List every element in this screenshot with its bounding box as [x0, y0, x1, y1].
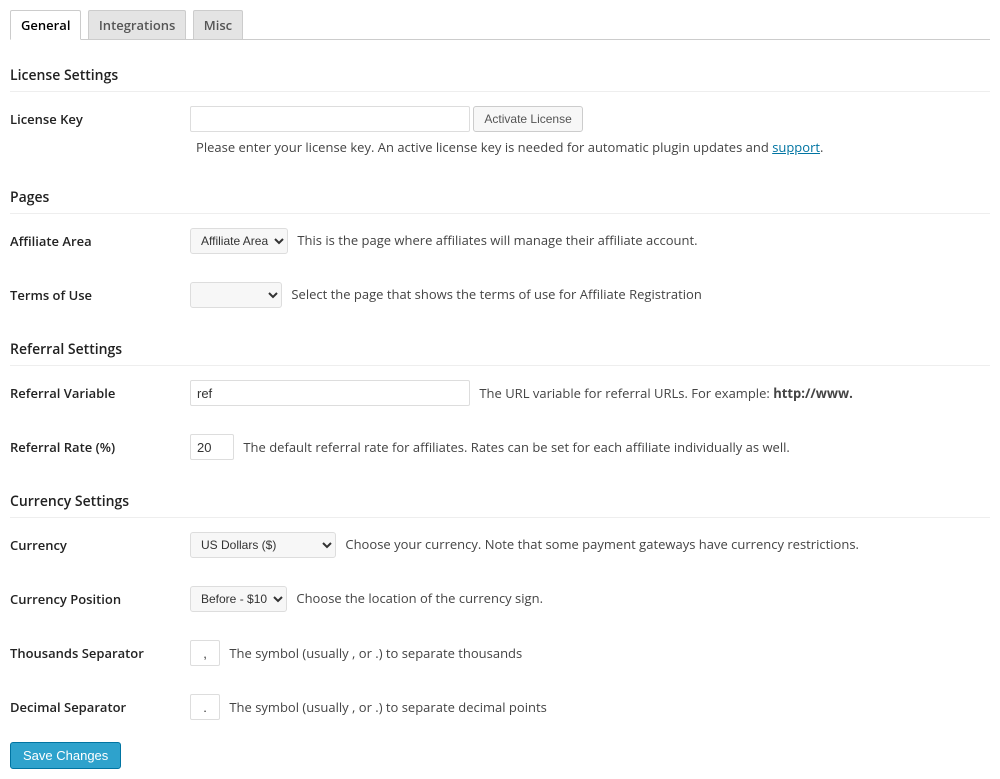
license-key-desc-suffix: .	[820, 138, 823, 156]
label-decimal-separator: Decimal Separator	[10, 680, 190, 734]
affiliate-area-desc: This is the page where affiliates will m…	[297, 231, 697, 249]
label-license-key: License Key	[10, 92, 190, 170]
decimal-separator-input[interactable]	[190, 694, 220, 720]
section-referral-settings: Referral Settings	[10, 322, 990, 366]
label-terms-of-use: Terms of Use	[10, 268, 190, 322]
label-referral-rate: Referral Rate (%)	[10, 420, 190, 474]
tabs: General Integrations Misc	[10, 10, 990, 40]
thousands-separator-input[interactable]	[190, 640, 220, 666]
referral-variable-input[interactable]	[190, 380, 470, 406]
tab-misc[interactable]: Misc	[193, 10, 243, 39]
activate-license-button[interactable]: Activate License	[473, 106, 582, 132]
tab-integrations[interactable]: Integrations	[88, 10, 187, 39]
tab-general[interactable]: General	[10, 10, 81, 40]
affiliate-area-select[interactable]: Affiliate Area	[190, 228, 288, 254]
referral-rate-desc: The default referral rate for affiliates…	[243, 438, 789, 456]
settings-form: License Settings License Key Activate Li…	[10, 48, 990, 734]
license-key-desc: Please enter your license key. An active…	[196, 138, 990, 156]
terms-desc: Select the page that shows the terms of …	[291, 285, 701, 303]
referral-variable-desc-strong: http://www.	[773, 384, 853, 402]
save-changes-button[interactable]: Save Changes	[10, 742, 121, 769]
decimal-separator-desc: The symbol (usually , or .) to separate …	[229, 698, 546, 716]
currency-position-desc: Choose the location of the currency sign…	[296, 589, 543, 607]
currency-desc: Choose your currency. Note that some pay…	[345, 535, 859, 553]
section-pages: Pages	[10, 170, 990, 214]
label-referral-variable: Referral Variable	[10, 366, 190, 420]
license-key-desc-text: Please enter your license key. An active…	[196, 138, 772, 156]
support-link[interactable]: support	[772, 138, 820, 156]
currency-position-select[interactable]: Before - $10	[190, 586, 287, 612]
referral-rate-input[interactable]	[190, 434, 234, 460]
referral-variable-desc-prefix: The URL variable for referral URLs. For …	[479, 384, 773, 402]
label-currency-position: Currency Position	[10, 572, 190, 626]
section-license-settings: License Settings	[10, 48, 990, 92]
terms-select[interactable]	[190, 282, 282, 308]
thousands-separator-desc: The symbol (usually , or .) to separate …	[229, 644, 522, 662]
license-key-input[interactable]	[190, 106, 470, 132]
label-affiliate-area: Affiliate Area	[10, 214, 190, 268]
label-currency: Currency	[10, 518, 190, 572]
referral-variable-desc: The URL variable for referral URLs. For …	[479, 384, 852, 402]
currency-select[interactable]: US Dollars ($)	[190, 532, 336, 558]
label-thousands-separator: Thousands Separator	[10, 626, 190, 680]
section-currency-settings: Currency Settings	[10, 474, 990, 518]
